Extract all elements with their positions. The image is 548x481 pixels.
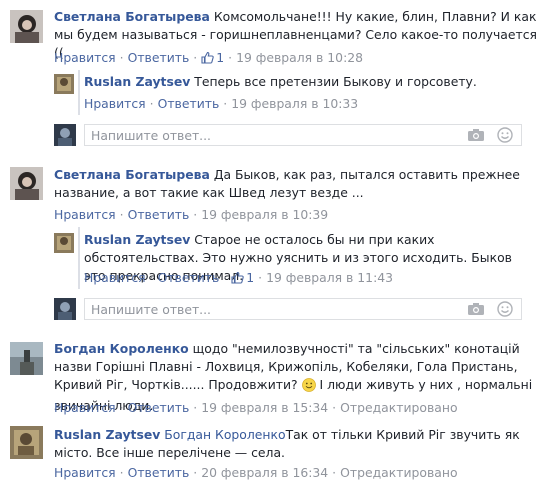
reply-input[interactable]: Напишите ответ... <box>84 298 522 320</box>
reply-text: Теперь все претензии Быкову и горсовету. <box>194 74 477 89</box>
camera-icon[interactable] <box>467 128 485 145</box>
thumbs-up-icon <box>201 51 214 68</box>
reply-link[interactable]: Ответить <box>128 207 190 222</box>
like-link[interactable]: Нравится <box>54 207 116 222</box>
reply-actions: Нравится · Ответить · 19 февраля в 10:33 <box>84 96 359 111</box>
reply-indent-line <box>78 70 80 115</box>
reply-author[interactable]: Ruslan Zaytsev <box>84 232 190 247</box>
mention-link[interactable]: Богдан Короленко <box>164 427 285 442</box>
edited-label[interactable]: Отредактировано <box>340 465 457 480</box>
comment-author[interactable]: Богдан Короленко <box>54 341 189 356</box>
like-link[interactable]: Нравится <box>84 270 146 285</box>
comment-body: Ruslan Zaytsev Богдан КороленкоТак от ті… <box>54 426 524 462</box>
comment-actions: Нравится · Ответить · 19 февраля в 10:39 <box>54 207 329 222</box>
reply-indent-line <box>78 227 80 289</box>
reply-link[interactable]: Ответить <box>128 465 190 480</box>
reply-input-placeholder: Напишите ответ... <box>91 302 211 317</box>
comment-author[interactable]: Светлана Богатырева <box>54 167 210 182</box>
avatar[interactable] <box>10 426 43 459</box>
comment-actions: Нравится · Ответить · 1 · 19 февраля в 10:28 <box>54 50 363 68</box>
like-link[interactable]: Нравится <box>54 465 116 480</box>
like-link[interactable]: Нравится <box>54 50 116 65</box>
reply-author[interactable]: Ruslan Zaytsev <box>84 74 190 89</box>
comment-timestamp[interactable]: 19 февраля в 10:28 <box>236 50 363 65</box>
comment-actions: Нравится · Ответить · 19 февраля в 15:34 · Отр… <box>54 400 458 415</box>
like-link[interactable]: Нравится <box>54 400 116 415</box>
avatar[interactable] <box>54 233 74 253</box>
avatar[interactable] <box>54 74 74 94</box>
like-count[interactable]: 1 <box>246 270 254 285</box>
camera-icon[interactable] <box>467 302 485 319</box>
comment-timestamp[interactable]: 19 февраля в 15:34 <box>201 400 328 415</box>
emoji-icon <box>301 378 316 397</box>
avatar[interactable] <box>54 124 76 146</box>
reply-timestamp[interactable]: 19 февраля в 11:43 <box>266 270 393 285</box>
comment-timestamp[interactable]: 20 февраля в 16:34 <box>201 465 328 480</box>
like-link[interactable]: Нравится <box>84 96 146 111</box>
avatar[interactable] <box>54 298 76 320</box>
reply-link[interactable]: Ответить <box>158 270 220 285</box>
reply-actions: Нравится · Ответить · 1 · 19 февраля в 11:43 <box>84 270 393 288</box>
avatar[interactable] <box>10 167 43 200</box>
reply-input[interactable]: Напишите ответ... <box>84 124 522 146</box>
comment-author[interactable]: Светлана Богатырева <box>54 9 210 24</box>
reply-link[interactable]: Ответить <box>158 96 220 111</box>
avatar[interactable] <box>10 10 43 43</box>
thumbs-up-icon <box>231 271 244 288</box>
comment-body: Светлана Богатырева Да Быков, как раз, п… <box>54 166 539 202</box>
reply-body: Ruslan Zaytsev Теперь все претензии Быко… <box>84 73 534 91</box>
edited-label[interactable]: Отредактировано <box>340 400 457 415</box>
comment-author[interactable]: Ruslan Zaytsev <box>54 427 160 442</box>
smiley-icon[interactable] <box>497 127 513 146</box>
reply-timestamp[interactable]: 19 февраля в 10:33 <box>231 96 358 111</box>
reply-link[interactable]: Ответить <box>128 50 190 65</box>
comment-timestamp[interactable]: 19 февраля в 10:39 <box>201 207 328 222</box>
avatar[interactable] <box>10 342 43 375</box>
like-count[interactable]: 1 <box>216 50 224 65</box>
smiley-icon[interactable] <box>497 301 513 320</box>
reply-input-placeholder: Напишите ответ... <box>91 128 211 143</box>
reply-link[interactable]: Ответить <box>128 400 190 415</box>
